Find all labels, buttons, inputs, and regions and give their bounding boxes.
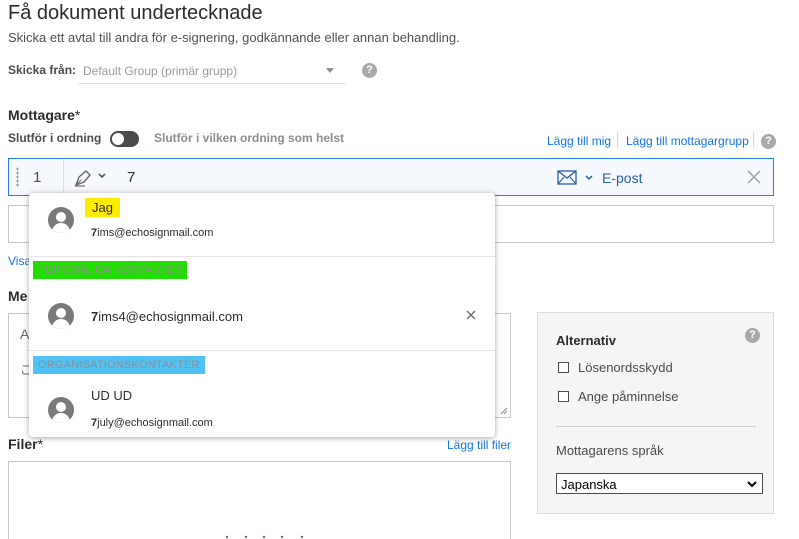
recipient-language-label: Mottagarens språk: [556, 443, 664, 458]
contact-item-personal[interactable]: 7ims4@echosignmail.com: [29, 283, 495, 349]
chevron-down-icon: [326, 68, 334, 73]
link-divider: [617, 132, 618, 148]
chevron-down-icon[interactable]: [585, 174, 593, 182]
order-toggle[interactable]: [110, 131, 139, 147]
options-panel: Alternativ ? Lösenordsskydd Ange påminne…: [537, 312, 774, 514]
recipient-email-input[interactable]: 7: [127, 169, 135, 186]
recipients-label: Mottagare*: [8, 107, 81, 123]
page-title: Få dokument undertecknade: [8, 2, 263, 24]
avatar-icon: [48, 303, 74, 329]
remove-contact-icon[interactable]: [466, 310, 476, 320]
contact-email: 7ims@echosignmail.com: [91, 227, 214, 239]
auth-method-label[interactable]: E-post: [602, 170, 642, 186]
dropdown-divider: [29, 256, 495, 257]
contact-name: UD UD: [91, 388, 133, 403]
options-title: Alternativ: [556, 333, 616, 348]
send-from-value: Default Group (primär grupp): [83, 64, 238, 78]
dropzone-text-fragment: [225, 535, 304, 539]
options-divider: [556, 426, 756, 427]
chevron-down-icon[interactable]: [98, 172, 106, 180]
help-icon[interactable]: ?: [745, 328, 760, 343]
message-subject-text: A: [20, 326, 30, 342]
page-subtitle: Skicka ett avtal till andra för e-signer…: [8, 30, 460, 45]
send-from-select[interactable]: Default Group (primär grupp): [78, 58, 346, 84]
set-reminder-label: Ange påminnelse: [578, 389, 679, 404]
add-files-link[interactable]: Lägg till filer: [447, 438, 511, 452]
avatar-icon: [48, 207, 74, 233]
help-icon[interactable]: ?: [761, 134, 776, 149]
organization-contacts-header: ORGANISATIONSKONTAKTER: [33, 356, 205, 374]
pen-sign-icon[interactable]: [73, 168, 95, 188]
recipient-index: 1: [33, 169, 42, 186]
send-from-label: Skicka från:: [8, 63, 77, 77]
envelope-icon[interactable]: [557, 170, 577, 185]
complete-any-order-label: Slutför i vilken ordning som helst: [154, 131, 345, 145]
recipient-autocomplete-dropdown: Jag 7ims@echosignmail.com PERSONLIGA KON…: [29, 193, 495, 437]
set-reminder-checkbox[interactable]: [558, 391, 569, 402]
dropdown-divider: [29, 350, 495, 351]
contact-item-self[interactable]: Jag 7ims@echosignmail.com: [29, 193, 495, 256]
files-label: Filer*: [8, 436, 44, 452]
close-icon[interactable]: [747, 170, 761, 184]
toggle-knob: [112, 133, 124, 145]
contact-email: 7july@echosignmail.com: [91, 417, 213, 429]
add-me-link[interactable]: Lägg till mig: [547, 134, 611, 148]
password-protection-label: Lösenordsskydd: [578, 360, 673, 375]
help-icon[interactable]: ?: [362, 63, 377, 78]
password-protection-checkbox[interactable]: [558, 362, 569, 373]
recipient-language-value: Japanska: [561, 477, 617, 492]
personal-contacts-header: PERSONLIGA KONTAKTER: [33, 261, 188, 279]
chevron-down-icon: [747, 481, 757, 488]
resize-handle-icon[interactable]: [498, 405, 508, 415]
complete-in-order-label: Slutför i ordning: [8, 131, 102, 145]
add-recipient-group-link[interactable]: Lägg till mottagargrupp: [626, 134, 749, 148]
recipient-row[interactable]: 1 7 E-post: [8, 158, 774, 196]
drag-handle-icon[interactable]: [16, 167, 19, 187]
link-divider: [753, 132, 754, 148]
row-divider: [63, 159, 64, 195]
message-label: Me: [8, 288, 28, 304]
contact-name: Jag: [85, 198, 120, 217]
contact-item-organization[interactable]: UD UD 7july@echosignmail.com: [29, 378, 495, 437]
show-link[interactable]: Visa: [8, 254, 31, 268]
files-dropzone[interactable]: [8, 461, 511, 539]
avatar-icon: [48, 397, 74, 423]
contact-email: 7ims4@echosignmail.com: [91, 309, 243, 324]
recipient-language-select[interactable]: Japanska: [556, 473, 763, 494]
